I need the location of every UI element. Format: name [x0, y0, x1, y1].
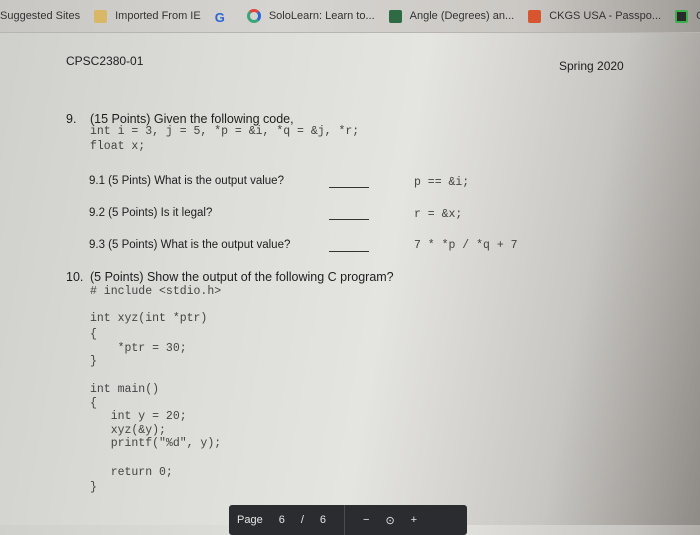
bookmark-imported-from-ie[interactable]: Imported From IE	[94, 9, 201, 23]
term-label: Spring 2020	[559, 59, 624, 73]
bookmark-label: SoloLearn: Learn to...	[268, 10, 375, 22]
pdf-page: CPSC2380-01 Spring 2020 9. (15 Points) Gi…	[0, 32, 700, 525]
page-current-input[interactable]: 6	[279, 514, 285, 526]
code-line: }	[90, 355, 97, 368]
bookmark-cygwin[interactable]: Cygw	[675, 9, 700, 23]
ckgs-icon	[528, 9, 542, 23]
page-separator: /	[300, 514, 304, 526]
question-10-title: 10. (5 Points) Show the output of the fol…	[66, 270, 394, 284]
subquestion-9-1: 9.1 (5 Pints) What is the output value?	[89, 175, 284, 187]
pdf-toolbar: Page 6 / 6 − ⊙ +	[229, 505, 467, 535]
subquestion-9-2: 9.2 (5 Points) Is it legal?	[89, 207, 213, 219]
code-line: float x;	[90, 140, 146, 153]
bookmark-google[interactable]: G	[214, 9, 233, 25]
answer-blank	[329, 187, 369, 188]
code-line: {	[90, 328, 97, 341]
bookmark-label: Cygw	[696, 10, 700, 22]
google-icon: G	[214, 9, 225, 25]
code-line: {	[90, 397, 97, 410]
code-line: int y = 20;	[90, 410, 187, 423]
course-code: CPSC2380-01	[66, 54, 144, 68]
bookmarks-bar: Suggested Sites Imported From IE G SoloL…	[0, 0, 700, 33]
answer-blank	[329, 219, 369, 220]
question-number: 10.	[66, 270, 84, 284]
answer-blank	[329, 251, 369, 252]
zoom-in-button[interactable]: +	[411, 514, 417, 526]
code-line: *ptr = 30;	[90, 342, 187, 355]
zoom-out-button[interactable]: −	[363, 514, 369, 526]
bookmark-label: Suggested Sites	[0, 10, 81, 22]
bookmark-suggested-sites[interactable]: Suggested Sites	[0, 10, 80, 22]
page-label: Page	[237, 514, 263, 526]
subquestion-9-3: 9.3 (5 Points) What is the output value?	[89, 239, 291, 251]
expression: p == &i;	[414, 176, 470, 189]
bookmark-ckgs[interactable]: CKGS USA - Passpo...	[528, 9, 662, 23]
code-line: int main()	[90, 383, 160, 396]
expression: 7 * *p / *q + 7	[414, 239, 518, 252]
cygwin-icon	[675, 9, 689, 23]
code-line: xyz(&y);	[90, 424, 166, 437]
bookmark-label: CKGS USA - Passpo...	[549, 10, 662, 22]
page-total: 6	[319, 514, 327, 526]
bookmark-sololearn[interactable]: SoloLearn: Learn to...	[246, 9, 375, 23]
sololearn-icon	[246, 9, 261, 23]
code-line: }	[90, 481, 97, 494]
bookmark-label: Imported From IE	[115, 10, 201, 22]
toolbar-divider	[344, 505, 346, 535]
question-number: 9.	[66, 112, 77, 126]
code-line: int xyz(int *ptr)	[90, 312, 208, 325]
bookmark-label: Angle (Degrees) an...	[409, 10, 515, 22]
expression: r = &x;	[414, 208, 463, 221]
question-text: (15 Points) Given the following code,	[90, 112, 294, 126]
question-text: (5 Points) Show the output of the follow…	[90, 270, 394, 284]
angle-site-icon	[388, 9, 402, 23]
code-line: int i = 3, j = 5, *p = &i, *q = &j, *r;	[90, 125, 360, 138]
bookmark-angle-degrees[interactable]: Angle (Degrees) an...	[388, 9, 515, 23]
folder-icon	[94, 9, 108, 23]
code-line: return 0;	[90, 466, 173, 479]
code-line: # include <stdio.h>	[90, 285, 222, 298]
code-line: printf("%d", y);	[90, 437, 222, 450]
question-9-title: 9. (15 Points) Given the following code,	[66, 112, 294, 126]
